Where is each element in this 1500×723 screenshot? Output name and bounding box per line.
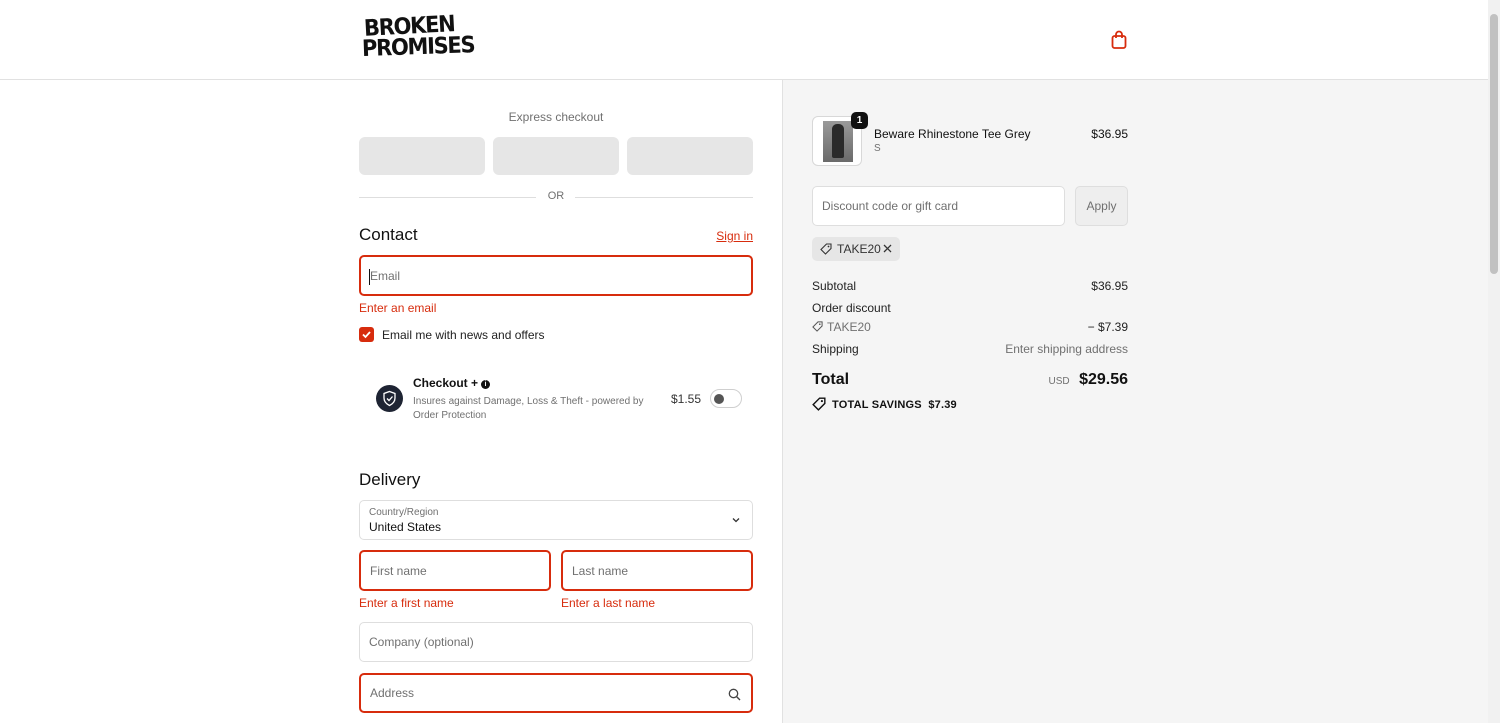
last-name-placeholder: Last name — [572, 563, 629, 578]
country-select[interactable]: Country/Region United States — [359, 500, 753, 540]
total-label: Total — [812, 371, 850, 388]
chevron-down-icon — [732, 518, 740, 523]
brand-logo[interactable]: BROKEN PROMISES — [361, 11, 475, 64]
discount-code-row: TAKE20 − $7.39 — [812, 320, 1128, 334]
subtotal-value: $36.95 — [1091, 279, 1128, 293]
last-name-error: Enter a last name — [561, 596, 656, 610]
shopping-bag-icon[interactable] — [1110, 30, 1128, 50]
divider-line-right — [575, 197, 753, 198]
apply-button[interactable]: Apply — [1075, 186, 1128, 226]
quantity-badge: 1 — [851, 112, 868, 129]
first-name-error: Enter a first name — [359, 596, 454, 610]
express-checkout-label: Express checkout — [508, 110, 604, 124]
applied-code: TAKE20 — [837, 242, 881, 256]
contact-title: Contact — [359, 225, 418, 244]
express-pay-button-2[interactable] — [493, 137, 619, 175]
site-header: BROKEN PROMISES — [0, 0, 1488, 80]
order-discount-row: Order discount — [812, 301, 1128, 315]
page-scrollbar[interactable] — [1488, 0, 1500, 723]
product-variant: S — [874, 143, 881, 154]
or-text: OR — [547, 190, 565, 202]
discount-code-line: TAKE20 — [812, 320, 871, 334]
savings-value: $7.39 — [928, 399, 957, 411]
product-name: Beware Rhinestone Tee Grey — [874, 127, 1031, 141]
discount-code: TAKE20 — [827, 320, 871, 334]
country-value: United States — [369, 520, 442, 534]
email-placeholder: Email — [370, 268, 401, 283]
tag-icon — [812, 397, 826, 411]
protection-description: Insures against Damage, Loss & Theft - p… — [413, 396, 644, 421]
checkmark-icon — [362, 331, 371, 339]
total-amount: USD $29.56 — [1048, 371, 1128, 389]
first-name-placeholder: First name — [370, 563, 427, 578]
company-field[interactable]: Company (optional) — [359, 622, 753, 662]
discount-code-field[interactable]: Discount code or gift card — [812, 186, 1065, 226]
protection-price: $1.55 — [671, 392, 702, 406]
delivery-title: Delivery — [359, 470, 421, 489]
sign-in-link[interactable]: Sign in — [716, 229, 753, 243]
shipping-value: Enter shipping address — [1005, 342, 1128, 356]
discount-placeholder: Discount code or gift card — [822, 199, 959, 213]
search-icon[interactable] — [728, 688, 741, 701]
close-icon[interactable] — [882, 243, 893, 254]
product-image — [823, 121, 853, 162]
product-thumbnail: 1 — [812, 112, 868, 166]
shield-check-icon — [376, 385, 403, 412]
total-value: $29.56 — [1079, 371, 1128, 388]
address-placeholder: Address — [370, 686, 415, 700]
protection-toggle[interactable] — [710, 389, 742, 408]
newsletter-label: Email me with news and offers — [382, 328, 545, 342]
subtotal-label: Subtotal — [812, 279, 857, 293]
logo-line-2: PROMISES — [361, 31, 475, 62]
shipping-row: Shipping Enter shipping address — [812, 342, 1128, 356]
total-savings: TOTAL SAVINGS $7.39 — [812, 397, 957, 411]
info-icon[interactable]: i — [481, 380, 491, 389]
applied-discount-chip: TAKE20 — [812, 237, 900, 261]
country-label: Country/Region — [369, 507, 439, 518]
or-divider: OR — [359, 190, 753, 204]
tag-icon — [812, 321, 823, 332]
divider-line-left — [359, 197, 536, 198]
subtotal-row: Subtotal $36.95 — [812, 279, 1128, 293]
toggle-knob — [714, 394, 724, 404]
total-currency: USD — [1048, 376, 1070, 387]
protection-title-text: Checkout + — [413, 376, 479, 390]
savings-label: TOTAL SAVINGS — [832, 399, 922, 411]
shipping-label: Shipping — [812, 342, 859, 356]
scrollbar-thumb[interactable] — [1490, 14, 1498, 274]
last-name-field[interactable]: Last name — [561, 550, 753, 591]
express-pay-button-3[interactable] — [627, 137, 753, 175]
email-field[interactable]: Email — [359, 255, 753, 296]
order-discount-label: Order discount — [812, 301, 891, 315]
company-placeholder: Company (optional) — [369, 635, 474, 649]
product-image-figure — [832, 124, 844, 158]
protection-title: Checkout + i — [413, 376, 491, 390]
first-name-field[interactable]: First name — [359, 550, 551, 591]
product-price: $36.95 — [1091, 127, 1128, 141]
express-pay-button-1[interactable] — [359, 137, 485, 175]
email-error: Enter an email — [359, 301, 437, 315]
newsletter-checkbox[interactable] — [359, 327, 374, 342]
address-field[interactable]: Address — [359, 673, 753, 713]
tag-icon — [820, 243, 832, 255]
discount-value: − $7.39 — [1087, 320, 1128, 334]
